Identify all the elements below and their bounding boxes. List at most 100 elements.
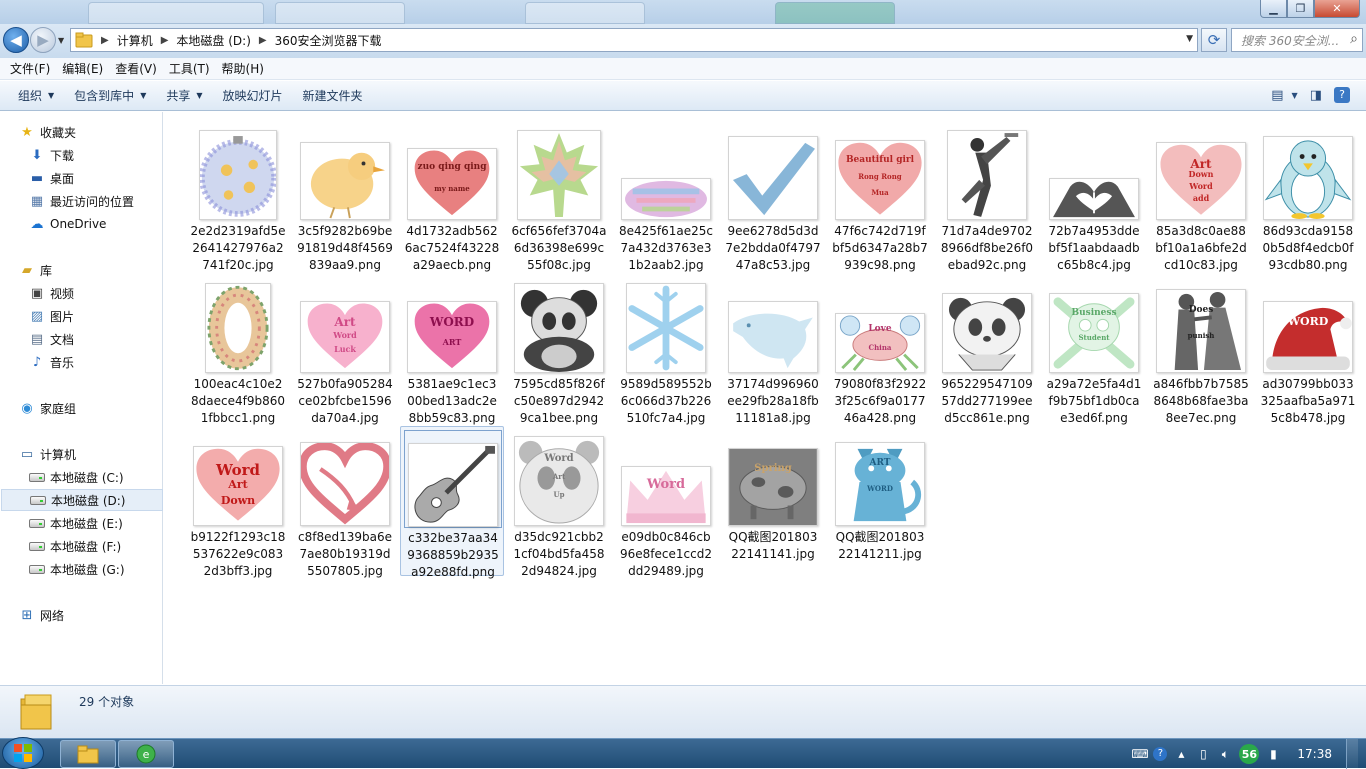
file-item[interactable]: 2e2d2319afd5e2641427976a2741f20c.jpg: [186, 120, 290, 272]
share-button[interactable]: 共享 ▼: [156, 87, 212, 104]
nav-favorites[interactable]: ★ 收藏夹: [18, 121, 180, 143]
address-history-dropdown[interactable]: ▼: [1186, 34, 1193, 44]
folder-icon: [71, 29, 96, 51]
image-thumbnail: [626, 283, 706, 373]
file-item[interactable]: 9589d589552b6c066d37b226510fc7a4.jpg: [614, 273, 718, 425]
file-item[interactable]: 100eac4c10e28daece4f9b8601fbbcc1.png: [186, 273, 290, 425]
include-in-library-button[interactable]: 包含到库中 ▼: [64, 87, 156, 104]
file-item[interactable]: Spring QQ截图20180322141141.jpg: [721, 426, 825, 576]
help-tray-icon[interactable]: ?: [1153, 747, 1168, 761]
folder-icon: [19, 691, 55, 731]
minimize-button[interactable]: ▁: [1260, 0, 1287, 18]
search-icon[interactable]: ⌕: [1350, 31, 1358, 47]
nav-label: 本地磁盘 (F:): [50, 539, 122, 554]
image-thumbnail: Word Art Up: [514, 436, 604, 526]
menu-view[interactable]: 查看(V): [109, 60, 163, 77]
file-item[interactable]: Business Student a29a72e5fa4d1f9b75bf1db0c…: [1042, 273, 1146, 425]
file-name: 7595cd85f826fc50e897d29429ca1bee.png: [513, 377, 605, 425]
file-item[interactable]: ART WORD QQ截图20180322141211.jpg: [828, 426, 932, 576]
breadcrumb-separator[interactable]: ▶: [254, 35, 272, 46]
network-tray-icon[interactable]: ▮: [1265, 747, 1281, 761]
keyboard-icon[interactable]: ⌨: [1131, 747, 1148, 761]
search-input[interactable]: 搜索 360安全浏... ⌕: [1231, 28, 1363, 52]
thumb-word: Art: [552, 471, 566, 481]
menu-tools[interactable]: 工具(T): [163, 60, 216, 77]
file-name: 8e425f61ae25c7a432d3763e31b2aab2.jpg: [618, 224, 714, 272]
nav-computer[interactable]: ▭ 计算机: [18, 443, 180, 465]
file-item[interactable]: 37174d996960ee29fb28a18fb11181a8.jpg: [721, 273, 825, 425]
preview-pane-button[interactable]: ◨: [1306, 85, 1326, 105]
breadcrumb-separator[interactable]: ▶: [96, 35, 114, 46]
file-item[interactable]: 96522954710957dd277199eed5cc861e.png: [935, 273, 1039, 425]
file-item[interactable]: Word e09db0c846cb96e8fece1ccd2dd29489.jpg: [614, 426, 718, 578]
file-item[interactable]: 7595cd85f826fc50e897d29429ca1bee.png: [507, 273, 611, 425]
thumbnail-frame: zuo qing qing my name: [404, 124, 500, 220]
file-item[interactable]: WORD ad30799bb033325aafba5a9715c8b478.jpg: [1256, 273, 1360, 425]
file-item[interactable]: c8f8ed139ba6e7ae80b19319d5507805.jpg: [293, 426, 397, 578]
include-label: 包含到库中: [74, 89, 135, 103]
file-item[interactable]: zuo qing qing my name 4d1732adb5626ac7524f…: [400, 120, 504, 272]
nav-network[interactable]: ⊞ 网络: [18, 604, 180, 626]
back-button[interactable]: ◀: [3, 27, 29, 53]
thumb-word: Student: [1078, 333, 1110, 342]
device-icon[interactable]: ▯: [1195, 747, 1211, 761]
thumbnail-frame: [297, 124, 393, 220]
file-item[interactable]: Art Word Luck 527b0fa905284ce02bfcbe1596da7…: [293, 273, 397, 425]
show-hidden-icons[interactable]: ▴: [1173, 747, 1189, 761]
navigation-pane: ★ 收藏夹 ⬇ 下载 ▬ 桌面 ▦ 最近访问的位置 ☁ OneDrive ▰ 库 ▣ 视频 ▨…: [0, 112, 163, 684]
file-item[interactable]: Does punish a846fbb7b75858648b68fae3ba8ee7…: [1149, 273, 1253, 425]
drive-icon: [28, 561, 46, 577]
change-view-button[interactable]: ▤ ▼: [1267, 85, 1301, 105]
file-item[interactable]: 8e425f61ae25c7a432d3763e31b2aab2.jpg: [614, 120, 718, 272]
taskbar-360-browser-button[interactable]: e: [118, 740, 174, 768]
file-item[interactable]: 6cf656fef3704a6d36398e699c55f08c.jpg: [507, 120, 611, 272]
file-item[interactable]: Word Art Up d35dc921cbb21cf04bd5fa4582d9482…: [507, 426, 611, 578]
file-item[interactable]: 86d93cda91580b5d8f4edcb0f93cdb80.png: [1256, 120, 1360, 272]
nav-homegroup[interactable]: ◉ 家庭组: [18, 397, 180, 419]
close-button[interactable]: ✕: [1314, 0, 1360, 18]
organize-button[interactable]: 组织 ▼: [8, 87, 64, 104]
file-item[interactable]: Beautiful girl Rong Rong Mua 47f6c742d719fb…: [828, 120, 932, 272]
menu-help[interactable]: 帮助(H): [216, 60, 270, 77]
breadcrumb-current-folder[interactable]: 360安全浏览器下载: [272, 29, 385, 51]
file-item[interactable]: Art Down Word add 85a3d8c0ae88bf10a1a6bfe2dc…: [1149, 120, 1253, 272]
nav-libraries[interactable]: ▰ 库: [18, 259, 180, 281]
menu-edit[interactable]: 编辑(E): [56, 60, 109, 77]
forward-button[interactable]: ▶: [30, 27, 56, 53]
slideshow-button[interactable]: 放映幻灯片: [213, 87, 293, 104]
nav-drive-d[interactable]: 本地磁盘 (D:): [1, 489, 163, 511]
menu-file[interactable]: 文件(F): [4, 60, 56, 77]
thumb-word: Down: [220, 494, 256, 508]
thumb-word: Love: [868, 324, 892, 335]
maximize-button[interactable]: ❐: [1287, 0, 1314, 18]
file-item[interactable]: 9ee6278d5d3d7e2bdda0f479747a8c53.jpg: [721, 120, 825, 272]
breadcrumb-computer[interactable]: 计算机: [114, 29, 156, 51]
help-button[interactable]: ?: [1330, 85, 1354, 105]
clock[interactable]: 17:38: [1297, 747, 1332, 761]
file-item[interactable]: 71d7a4de97028966df8be26f0ebad92c.png: [935, 120, 1039, 272]
file-item[interactable]: Word Art Down b9122f1293c18537622e9c0832d3b…: [186, 426, 290, 578]
navigation-bar: ◀ ▶ ▼ ▶ 计算机 ▶ 本地磁盘 (D:) ▶ 360安全浏览器下载 ▼ ⟳…: [0, 24, 1366, 58]
show-desktop-button[interactable]: [1346, 739, 1358, 769]
browser-360-icon: e: [136, 744, 156, 764]
taskbar-explorer-button[interactable]: [60, 740, 116, 768]
file-name: 6cf656fef3704a6d36398e699c55f08c.jpg: [511, 224, 607, 272]
search-placeholder: 搜索 360安全浏...: [1241, 33, 1340, 48]
title-bar: ▁ ❐ ✕: [0, 0, 1366, 24]
breadcrumb-separator[interactable]: ▶: [156, 35, 174, 46]
file-item[interactable]: Love China 79080f83f29223f25c6f9a017746a42…: [828, 273, 932, 425]
volume-icon[interactable]: 🔈︎: [1217, 747, 1233, 762]
breadcrumb-drive-d[interactable]: 本地磁盘 (D:): [173, 29, 253, 51]
refresh-button[interactable]: ⟳: [1201, 28, 1227, 52]
file-item[interactable]: 72b7a4953ddebf5f1aabdaadbc65b8c4.jpg: [1042, 120, 1146, 272]
recent-pages-dropdown[interactable]: ▼: [58, 36, 64, 45]
start-button[interactable]: [2, 737, 44, 769]
address-bar[interactable]: ▶ 计算机 ▶ 本地磁盘 (D:) ▶ 360安全浏览器下载 ▼: [70, 28, 1198, 52]
security-badge[interactable]: 56: [1239, 744, 1260, 764]
image-thumbnail: Spring: [728, 448, 818, 526]
file-item[interactable]: c332be37aa349368859b2935a92e88fd.png: [400, 426, 504, 579]
file-item[interactable]: 3c5f9282b69be91819d48f4569839aa9.png: [293, 120, 397, 272]
new-folder-button[interactable]: 新建文件夹: [293, 87, 373, 104]
file-item[interactable]: WORD ART 5381ae9c1ec300bed13adc2e8bb59c83.…: [400, 273, 504, 425]
nav-label: 本地磁盘 (C:): [50, 470, 124, 485]
